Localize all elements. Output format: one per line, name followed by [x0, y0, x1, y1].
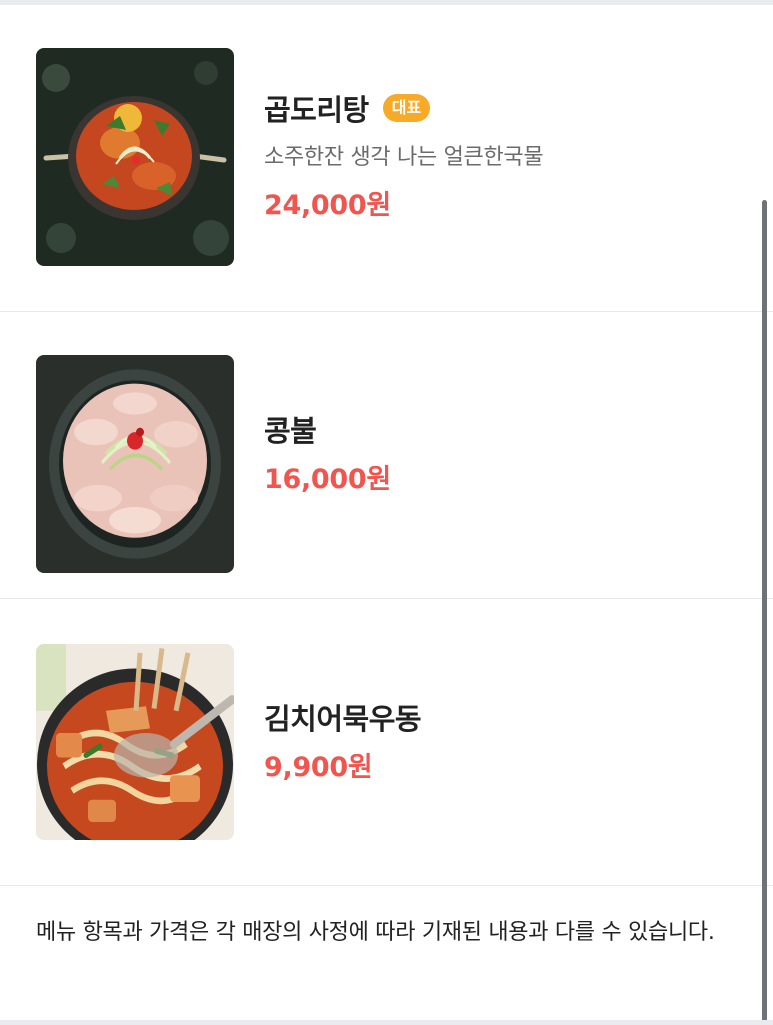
menu-item-info: 김치어묵우동 9,900원	[264, 697, 422, 784]
kongbul-photo	[36, 355, 234, 573]
menu-item-price: 24,000원	[264, 190, 391, 221]
menu-item-photo	[36, 644, 234, 840]
menu-item-info: 곱도리탕 대표 소주한잔 생각 나는 얼큰한국물 24,000원	[264, 88, 544, 222]
top-edge	[0, 0, 773, 5]
menu-item-name: 곱도리탕	[264, 93, 369, 127]
menu-item-gopdoritang[interactable]: 곱도리탕 대표 소주한잔 생각 나는 얼큰한국물 24,000원	[0, 24, 773, 312]
menu-item-photo	[36, 355, 234, 573]
scrollbar[interactable]	[762, 200, 767, 1025]
menu-item-name: 김치어묵우동	[264, 702, 422, 736]
signature-badge: 대표	[382, 94, 431, 122]
gopdoritang-photo	[36, 48, 234, 266]
kimchi-eomuk-udon-photo	[36, 644, 234, 840]
menu-item-kongbul[interactable]: 콩불 16,000원	[0, 311, 773, 599]
menu-item-photo	[36, 48, 234, 266]
menu-item-price: 9,900원	[264, 752, 373, 783]
menu-item-description: 소주한잔 생각 나는 얼큰한국물	[264, 145, 544, 170]
menu-item-name: 콩불	[264, 414, 317, 448]
menu-price-notice: 메뉴 항목과 가격은 각 매장의 사정에 따라 기재된 내용과 다를 수 있습니…	[36, 920, 715, 945]
menu-item-price: 16,000원	[264, 464, 391, 495]
bottom-edge	[0, 1020, 773, 1025]
menu-item-info: 콩불 16,000원	[264, 409, 391, 496]
menu-item-kimchi-eomuk-udon[interactable]: 김치어묵우동 9,900원	[0, 598, 773, 886]
